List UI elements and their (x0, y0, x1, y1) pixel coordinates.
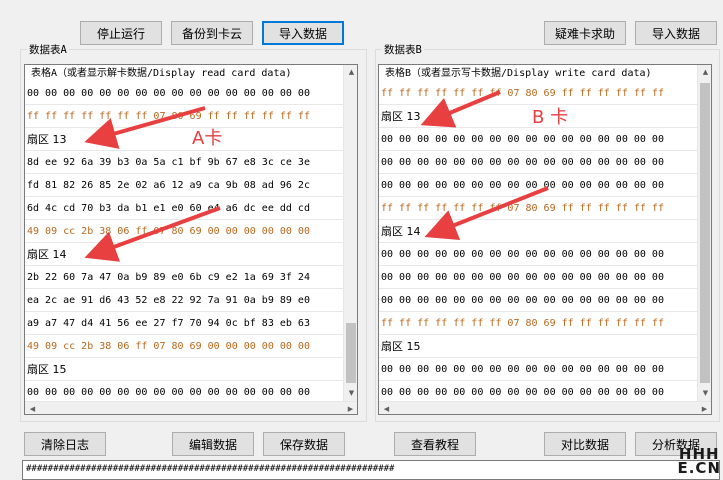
sector-row[interactable]: 扇区 15 (25, 358, 343, 381)
scroll-right-icon[interactable]: ▶ (343, 402, 357, 414)
table-a-hscrollbar[interactable]: ◀ ▶ (25, 401, 357, 414)
table-row[interactable]: 2b 22 60 7a 47 0a b9 89 e0 6b c9 e2 1a 6… (25, 266, 343, 289)
table-row[interactable]: ff ff ff ff ff ff ff 07 80 69 ff ff ff f… (25, 105, 343, 128)
table-row[interactable]: ff ff ff ff ff ff ff 07 80 69 ff ff ff f… (379, 197, 697, 220)
table-b-scroll-thumb[interactable] (700, 83, 710, 383)
table-row[interactable]: fd 81 82 26 85 2e 02 a6 12 a9 ca 9b 08 a… (25, 174, 343, 197)
annotation-a-card: A卡 (192, 128, 223, 149)
table-b-group-label: 数据表B (382, 42, 424, 57)
scroll-left-icon[interactable]: ◀ (25, 402, 40, 414)
scroll-down-icon[interactable]: ▼ (698, 386, 711, 401)
table-row[interactable]: 49 09 cc 2b 38 06 ff 07 80 69 00 00 00 0… (25, 220, 343, 243)
table-b-hscrollbar[interactable]: ◀ ▶ (379, 401, 711, 414)
table-row[interactable]: 00 00 00 00 00 00 00 00 00 00 00 00 00 0… (379, 174, 697, 197)
table-row[interactable]: ff ff ff ff ff ff ff 07 80 69 ff ff ff f… (379, 82, 697, 105)
sector-row[interactable]: 扇区 14 (25, 243, 343, 266)
table-row[interactable]: ff ff ff ff ff ff ff 07 80 69 ff ff ff f… (379, 312, 697, 335)
table-row[interactable]: a9 a7 47 d4 41 56 ee 27 f7 70 94 0c bf 8… (25, 312, 343, 335)
sector-row[interactable]: 扇区 13 (25, 128, 343, 151)
sector-row[interactable]: 扇区 14 (379, 220, 697, 243)
table-row[interactable]: 00 00 00 00 00 00 00 00 00 00 00 00 00 0… (379, 151, 697, 174)
table-a-header: 表格A（或者显示解卡数据/Display read card data) (25, 65, 343, 82)
table-a-scroll-thumb[interactable] (346, 323, 356, 383)
edit-data-button[interactable]: 编辑数据 (172, 432, 254, 456)
clear-log-button[interactable]: 清除日志 (24, 432, 106, 456)
table-b-vscrollbar[interactable]: ▲ ▼ (697, 65, 711, 401)
scroll-right-icon[interactable]: ▶ (697, 402, 711, 414)
import-data-right-button[interactable]: 导入数据 (635, 21, 717, 45)
annotation-b-card: B 卡 (532, 107, 569, 128)
compare-data-button[interactable]: 对比数据 (544, 432, 626, 456)
table-a-grid[interactable]: 表格A（或者显示解卡数据/Display read card data) 00 … (24, 64, 358, 415)
table-a-vscrollbar[interactable]: ▲ ▼ (343, 65, 357, 401)
table-row[interactable]: 00 00 00 00 00 00 00 00 00 00 00 00 00 0… (379, 266, 697, 289)
scroll-up-icon[interactable]: ▲ (698, 65, 711, 80)
table-row[interactable]: 00 00 00 00 00 00 00 00 00 00 00 00 00 0… (379, 243, 697, 266)
table-row[interactable]: 49 09 cc 2b 38 06 ff 07 80 69 00 00 00 0… (25, 335, 343, 358)
scroll-down-icon[interactable]: ▼ (344, 386, 357, 401)
watermark-logo: HHH E.CN (677, 447, 721, 477)
scroll-up-icon[interactable]: ▲ (344, 65, 357, 80)
sector-row[interactable]: 扇区 15 (379, 335, 697, 358)
watermark-line2: E.CN (677, 459, 721, 477)
table-row[interactable]: 6d 4c cd 70 b3 da b1 e1 e0 60 e4 a6 dc e… (25, 197, 343, 220)
table-row[interactable]: 00 00 00 00 00 00 00 00 00 00 00 00 00 0… (379, 289, 697, 312)
log-output[interactable]: ########################################… (22, 460, 720, 480)
scroll-left-icon[interactable]: ◀ (379, 402, 394, 414)
table-row[interactable]: 00 00 00 00 00 00 00 00 00 00 00 00 00 0… (379, 358, 697, 381)
stop-button[interactable]: 停止运行 (80, 21, 162, 45)
backup-to-cloud-button[interactable]: 备份到卡云 (171, 21, 253, 45)
table-b-header: 表格B（或者显示写卡数据/Display write card data) (379, 65, 697, 82)
view-tutorial-button[interactable]: 查看教程 (394, 432, 476, 456)
table-row[interactable]: 00 00 00 00 00 00 00 00 00 00 00 00 00 0… (379, 128, 697, 151)
table-a-group-label: 数据表A (27, 42, 69, 57)
help-button[interactable]: 疑难卡求助 (544, 21, 626, 45)
save-data-button[interactable]: 保存数据 (263, 432, 345, 456)
table-row[interactable]: 8d ee 92 6a 39 b3 0a 5a c1 bf 9b 67 e8 3… (25, 151, 343, 174)
table-row[interactable]: ea 2c ae 91 d6 43 52 e8 22 92 7a 91 0a b… (25, 289, 343, 312)
table-row[interactable]: 00 00 00 00 00 00 00 00 00 00 00 00 00 0… (25, 82, 343, 105)
import-data-left-button[interactable]: 导入数据 (262, 21, 344, 45)
